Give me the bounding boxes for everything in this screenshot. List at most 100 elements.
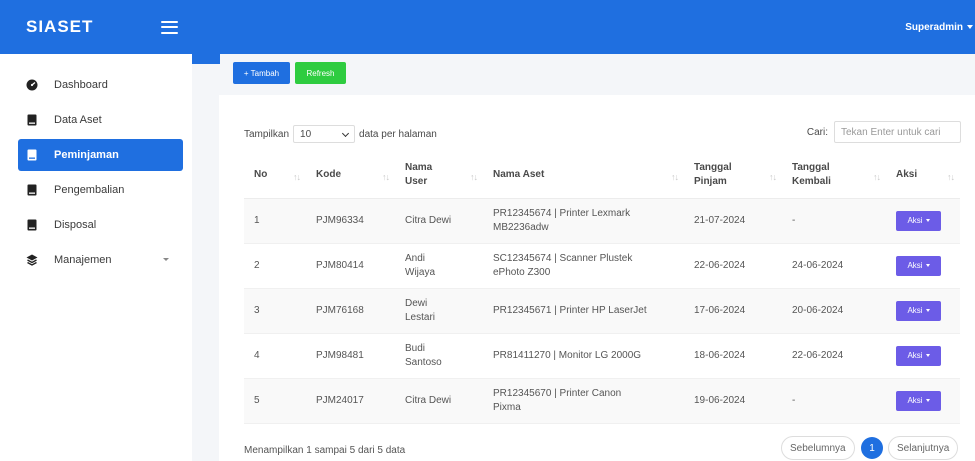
book-icon bbox=[27, 114, 37, 126]
cell-nama-aset: PR12345670 | Printer Canon Pixma bbox=[483, 378, 684, 424]
add-button[interactable]: + Tambah bbox=[233, 62, 290, 84]
sidebar-item-pengembalian[interactable]: Pengembalian bbox=[18, 174, 183, 206]
book-icon bbox=[27, 149, 37, 161]
refresh-button[interactable]: Refresh bbox=[295, 62, 346, 84]
cell-aksi: Aksi bbox=[886, 243, 960, 289]
pagination-prev-wrap: Sebelumnya bbox=[781, 436, 855, 460]
cell-tanggal-pinjam: 19-06-2024 bbox=[684, 378, 782, 424]
page-length-control: Tampilkan 10 data per halaman bbox=[244, 125, 437, 143]
caret-down-icon bbox=[925, 309, 930, 312]
show-label: Tampilkan bbox=[244, 128, 290, 140]
loans-table: No ↑↓ Kode ↑↓ Nama User ↑↓ Nama Aset ↑↓ Tangg… bbox=[244, 153, 960, 424]
table-row: 3 PJM76168 Dewi Lestari PR12345671 | Prin… bbox=[244, 288, 960, 334]
row-action-button[interactable]: Aksi bbox=[896, 255, 941, 276]
sidebar-item-disposal[interactable]: Disposal bbox=[18, 209, 183, 241]
cell-tanggal-kembali: 24-06-2024 bbox=[782, 243, 886, 289]
per-page-label: data per halaman bbox=[359, 128, 437, 140]
table-row: 4 PJM98481 Budi Santoso PR81411270 | Moni… bbox=[244, 333, 960, 379]
cell-no: 3 bbox=[244, 288, 306, 334]
pagination-next-button[interactable]: Selanjutnya bbox=[888, 436, 959, 460]
caret-down-icon bbox=[925, 264, 930, 267]
cell-kode: PJM76168 bbox=[306, 288, 395, 334]
cell-kode: PJM96334 bbox=[306, 198, 395, 244]
column-header-kode[interactable]: Kode ↑↓ bbox=[306, 153, 395, 199]
table-info: Menampilkan 1 sampai 5 dari 5 data bbox=[244, 445, 406, 456]
sidebar-item-label: Peminjaman bbox=[54, 149, 119, 161]
cell-nama-aset: SC12345674 | Scanner Plustek ePhoto Z300 bbox=[483, 243, 684, 289]
row-action-button[interactable]: Aksi bbox=[896, 210, 941, 231]
column-header-no[interactable]: No ↑↓ bbox=[244, 153, 306, 199]
column-header-tanggal-pinjam[interactable]: Tanggal Pinjam ↑↓ bbox=[684, 153, 782, 199]
column-header-aksi[interactable]: Aksi ↑↓ bbox=[886, 153, 960, 199]
sidebar-item-label: Dashboard bbox=[54, 79, 108, 91]
sort-icon: ↑↓ bbox=[470, 172, 478, 182]
cell-no: 5 bbox=[244, 378, 306, 424]
cell-aksi: Aksi bbox=[886, 288, 960, 334]
cell-nama-user: Citra Dewi bbox=[395, 378, 483, 424]
cell-aksi: Aksi bbox=[886, 378, 960, 424]
cell-no: 2 bbox=[244, 243, 306, 289]
page-size-value: 10 bbox=[300, 128, 312, 140]
cell-aksi: Aksi bbox=[886, 333, 960, 379]
sidebar-item-dashboard[interactable]: Dashboard bbox=[18, 69, 183, 101]
user-name: Superadmin bbox=[905, 21, 963, 33]
column-header-nama-user[interactable]: Nama User ↑↓ bbox=[395, 153, 483, 199]
cell-tanggal-kembali: 22-06-2024 bbox=[782, 333, 886, 379]
cell-kode: PJM98481 bbox=[306, 333, 395, 379]
cell-nama-user: Citra Dewi bbox=[395, 198, 483, 244]
search-label: Cari: bbox=[806, 126, 828, 138]
pagination-prev-button[interactable]: Sebelumnya bbox=[781, 436, 855, 460]
user-menu-dropdown[interactable]: Superadmin bbox=[905, 0, 975, 54]
cell-tanggal-pinjam: 22-06-2024 bbox=[684, 243, 782, 289]
sort-icon: ↑↓ bbox=[671, 172, 679, 182]
pagination-next-wrap: Selanjutnya bbox=[888, 436, 959, 460]
sort-icon: ↑↓ bbox=[382, 172, 390, 182]
cell-nama-aset: PR12345671 | Printer HP LaserJet bbox=[483, 288, 684, 334]
sort-icon: ↑↓ bbox=[873, 172, 881, 182]
sidebar-item-label: Manajemen bbox=[54, 254, 112, 266]
row-action-button[interactable]: Aksi bbox=[896, 390, 941, 411]
sidebar: Dashboard Data Aset Peminjaman Pengembal… bbox=[0, 54, 192, 461]
cell-tanggal-pinjam: 18-06-2024 bbox=[684, 333, 782, 379]
chevron-down-icon bbox=[341, 129, 350, 138]
sort-icon: ↑↓ bbox=[769, 172, 777, 182]
cell-tanggal-kembali: - bbox=[782, 378, 886, 424]
table-row: 5 PJM24017 Citra Dewi PR12345670 | Print… bbox=[244, 378, 960, 424]
caret-down-icon bbox=[925, 219, 930, 222]
cell-tanggal-pinjam: 17-06-2024 bbox=[684, 288, 782, 334]
page-size-select[interactable]: 10 bbox=[293, 125, 356, 143]
cell-tanggal-kembali: 20-06-2024 bbox=[782, 288, 886, 334]
cell-nama-user: Dewi Lestari bbox=[395, 288, 483, 334]
sidebar-item-label: Disposal bbox=[54, 219, 97, 231]
cell-no: 4 bbox=[244, 333, 306, 379]
cell-nama-user: Budi Santoso bbox=[395, 333, 483, 379]
search-control: Cari: bbox=[807, 121, 961, 143]
caret-down-icon bbox=[925, 354, 930, 357]
menu-toggle-icon[interactable] bbox=[161, 20, 178, 34]
top-navbar: SIASET Superadmin bbox=[0, 0, 975, 54]
cell-nama-aset: PR81411270 | Monitor LG 2000G bbox=[483, 333, 684, 379]
book-icon bbox=[27, 184, 37, 196]
column-header-tanggal-kembali[interactable]: Tanggal Kembali ↑↓ bbox=[782, 153, 886, 199]
column-header-nama-aset[interactable]: Nama Aset ↑↓ bbox=[483, 153, 684, 199]
cell-kode: PJM24017 bbox=[306, 378, 395, 424]
chevron-down-icon bbox=[163, 258, 169, 261]
sidebar-item-peminjaman[interactable]: Peminjaman bbox=[18, 139, 183, 171]
caret-down-icon bbox=[967, 25, 973, 29]
cell-kode: PJM80414 bbox=[306, 243, 395, 289]
brand-logo-text: SIASET bbox=[26, 17, 94, 36]
cell-nama-user: Andi Wijaya bbox=[395, 243, 483, 289]
sort-icon: ↑↓ bbox=[293, 172, 301, 182]
book-icon bbox=[27, 219, 37, 231]
table-row: 2 PJM80414 Andi Wijaya SC12345674 | Scann… bbox=[244, 243, 960, 289]
pagination-page-1[interactable]: 1 bbox=[861, 437, 883, 459]
layers-icon bbox=[26, 254, 38, 266]
cell-nama-aset: PR12345674 | Printer Lexmark MB2236adw bbox=[483, 198, 684, 244]
sidebar-item-manajemen[interactable]: Manajemen bbox=[18, 244, 183, 276]
search-input[interactable] bbox=[834, 121, 961, 143]
row-action-button[interactable]: Aksi bbox=[896, 300, 941, 321]
sidebar-item-data-aset[interactable]: Data Aset bbox=[18, 104, 183, 136]
table-header-row: No ↑↓ Kode ↑↓ Nama User ↑↓ Nama Aset ↑↓ Tangg… bbox=[244, 153, 960, 199]
row-action-button[interactable]: Aksi bbox=[896, 345, 941, 366]
brand-area: SIASET bbox=[0, 17, 192, 37]
